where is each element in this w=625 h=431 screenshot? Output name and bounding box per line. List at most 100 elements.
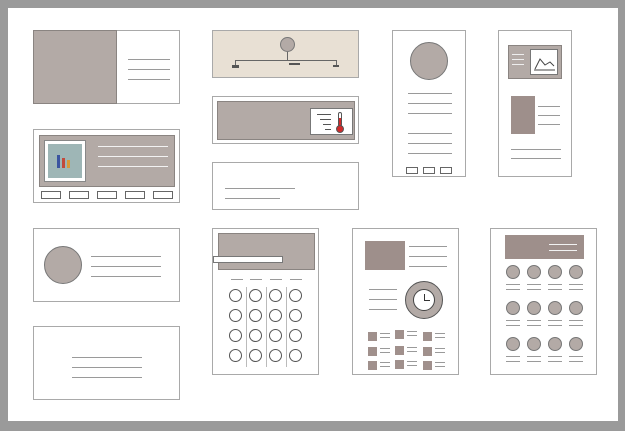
column-divider <box>286 287 287 367</box>
keypad-button[interactable] <box>289 309 302 322</box>
text-line <box>435 366 445 367</box>
tab-button[interactable] <box>69 191 89 199</box>
timeline-node-icon <box>280 37 295 52</box>
grid-dot[interactable] <box>569 301 583 315</box>
column-divider <box>266 287 267 367</box>
tab-button[interactable] <box>125 191 145 199</box>
grid-dot[interactable] <box>548 301 562 315</box>
bar-chart-card[interactable] <box>33 129 180 203</box>
grid-dot[interactable] <box>506 301 520 315</box>
text-line <box>511 158 561 159</box>
text-line <box>72 377 142 378</box>
text-line <box>409 246 447 247</box>
line-chart-icon <box>530 49 558 75</box>
text-line <box>569 325 583 326</box>
plain-text-card[interactable] <box>33 326 180 400</box>
text-line <box>128 59 170 60</box>
grid-dot[interactable] <box>506 265 520 279</box>
keypad-button[interactable] <box>269 329 282 342</box>
keypad-button[interactable] <box>249 349 262 362</box>
grid-dot[interactable] <box>527 265 541 279</box>
text-line <box>380 333 390 334</box>
text-line <box>569 361 583 362</box>
text-line <box>407 347 417 348</box>
text-line <box>527 320 541 321</box>
text-line <box>538 124 560 125</box>
keypad-button[interactable] <box>289 289 302 302</box>
keypad-button[interactable] <box>269 309 282 322</box>
text-only-card[interactable] <box>212 162 359 210</box>
timeline-marker <box>333 65 339 67</box>
column-label <box>290 279 302 280</box>
pager-button[interactable] <box>440 167 452 174</box>
text-line <box>369 299 397 300</box>
chart-header-panel <box>508 45 562 79</box>
list-bullet <box>368 361 377 370</box>
grid-dot[interactable] <box>569 337 583 351</box>
text-line <box>569 320 583 321</box>
thermometer-card[interactable] <box>212 96 359 144</box>
text-line <box>409 256 447 257</box>
text-line <box>549 244 577 245</box>
timeline-tick <box>287 52 288 60</box>
calculator-card[interactable] <box>212 228 319 375</box>
text-line <box>527 284 541 285</box>
text-line <box>407 351 417 352</box>
text-line <box>380 337 390 338</box>
text-line <box>91 276 161 277</box>
text-line <box>435 352 445 353</box>
avatar-row-card[interactable] <box>33 228 180 302</box>
text-line <box>548 325 562 326</box>
text-line <box>91 266 161 267</box>
keypad-button[interactable] <box>289 349 302 362</box>
text-line <box>407 365 417 366</box>
tab-button[interactable] <box>97 191 117 199</box>
text-line <box>506 284 520 285</box>
keypad-button[interactable] <box>229 329 242 342</box>
column-label <box>270 279 282 280</box>
text-line <box>511 149 561 150</box>
keypad-button[interactable] <box>249 289 262 302</box>
keypad-button[interactable] <box>249 329 262 342</box>
list-bullet <box>395 346 404 355</box>
keypad-button[interactable] <box>229 289 242 302</box>
grid-dot[interactable] <box>548 337 562 351</box>
column-label <box>250 279 262 280</box>
input-bar[interactable] <box>213 256 283 263</box>
text-line <box>408 113 452 114</box>
grid-dot[interactable] <box>569 265 583 279</box>
profile-column-card[interactable] <box>392 30 466 177</box>
text-line <box>98 146 168 147</box>
keypad-button[interactable] <box>249 309 262 322</box>
chart-thumbnail-card[interactable] <box>498 30 572 177</box>
grid-dot[interactable] <box>548 265 562 279</box>
list-bullet <box>423 332 432 341</box>
text-line <box>506 356 520 357</box>
text-line <box>538 106 560 107</box>
text-line <box>72 367 142 368</box>
header-panel <box>217 101 355 140</box>
keypad-button[interactable] <box>229 309 242 322</box>
image-text-card[interactable] <box>33 30 180 104</box>
keypad-button[interactable] <box>289 329 302 342</box>
keypad-button[interactable] <box>269 349 282 362</box>
timeline-card[interactable] <box>212 30 359 78</box>
dot-grid-card[interactable] <box>490 228 597 375</box>
grid-dot[interactable] <box>527 301 541 315</box>
text-line <box>369 309 397 310</box>
keypad-button[interactable] <box>229 349 242 362</box>
text-line <box>527 361 541 362</box>
tab-button[interactable] <box>153 191 173 199</box>
text-line <box>407 331 417 332</box>
grid-dot[interactable] <box>527 337 541 351</box>
text-line <box>506 361 520 362</box>
tab-button[interactable] <box>41 191 61 199</box>
pager-button[interactable] <box>423 167 435 174</box>
keypad-button[interactable] <box>269 289 282 302</box>
pager-button[interactable] <box>406 167 418 174</box>
grid-dot[interactable] <box>506 337 520 351</box>
list-bullet <box>368 347 377 356</box>
column-divider <box>246 287 247 367</box>
clock-card[interactable] <box>352 228 459 375</box>
text-line <box>225 188 295 189</box>
